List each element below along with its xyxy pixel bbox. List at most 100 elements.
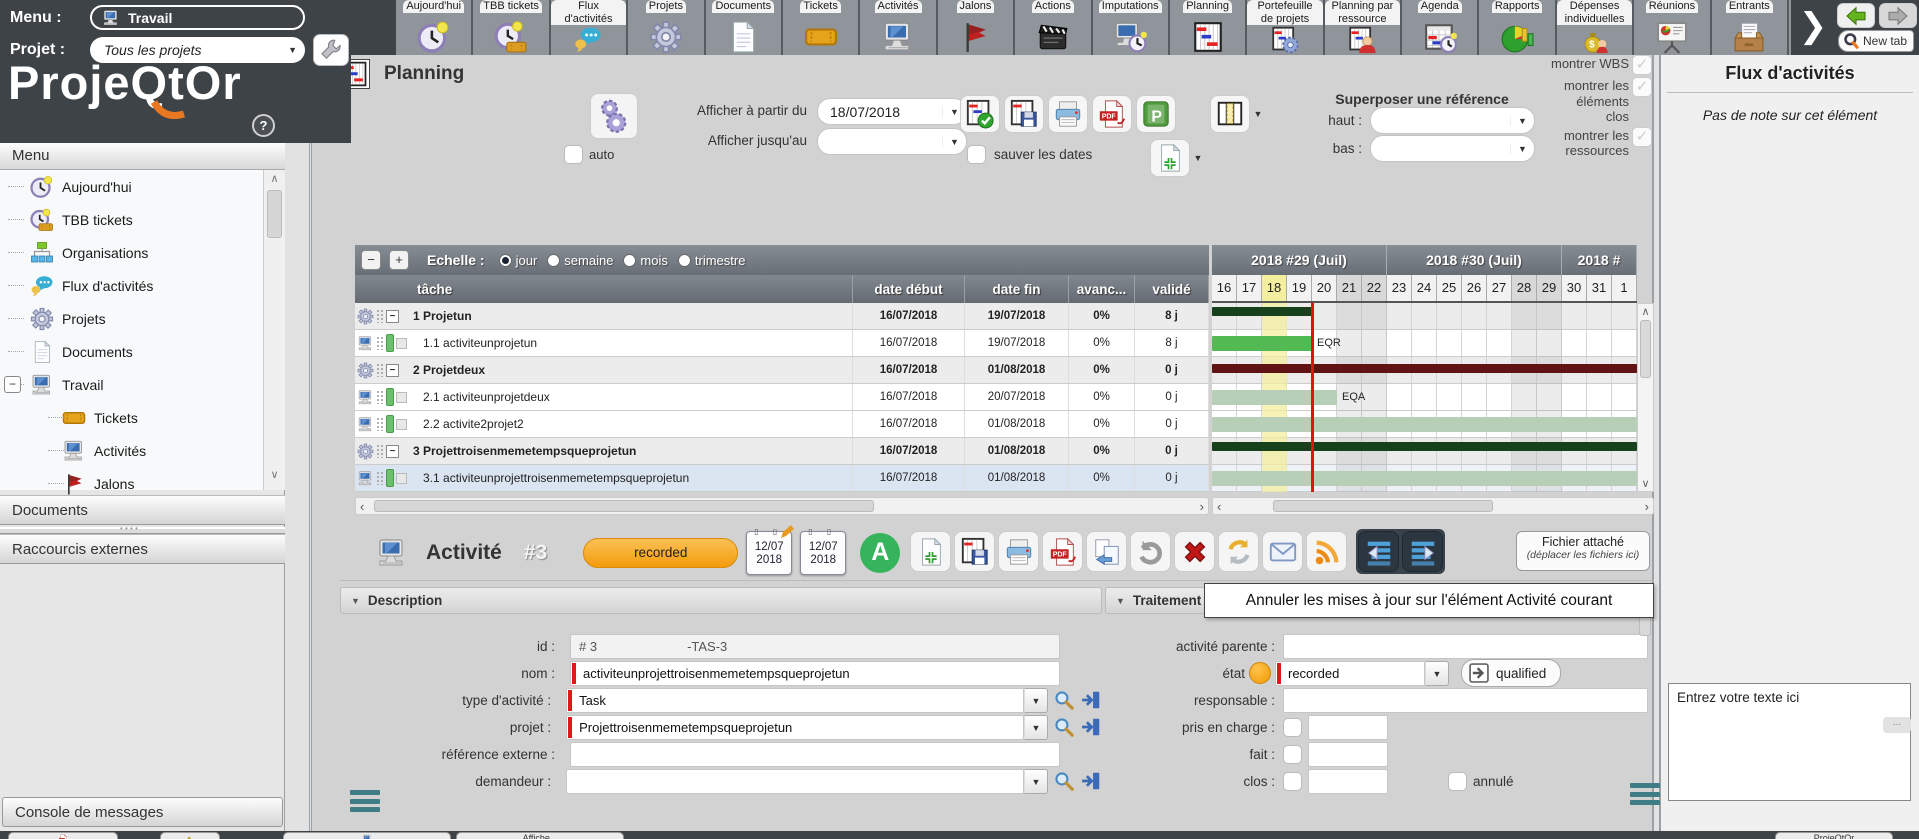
- row-checkbox[interactable]: [396, 473, 407, 484]
- sidebar-item-tickets[interactable]: Tickets: [0, 401, 263, 434]
- tab-d-penses-individuelles[interactable]: Dépenses individuelles$: [1557, 0, 1634, 55]
- scroll-thumb[interactable]: [1273, 500, 1493, 512]
- reference-bottom-select[interactable]: ▼: [1370, 135, 1535, 162]
- scroll-thumb[interactable]: [374, 500, 874, 512]
- chevron-down-icon[interactable]: ▼: [1024, 688, 1048, 713]
- requestor-select[interactable]: [566, 769, 1024, 794]
- cancelled-checkbox[interactable]: [1448, 772, 1467, 791]
- recalculate-planning-button[interactable]: [590, 93, 638, 139]
- previous-item-button[interactable]: [1358, 531, 1399, 572]
- tab-r-unions[interactable]: Réunions: [1634, 0, 1711, 55]
- radio-icon[interactable]: [678, 254, 691, 267]
- row-expander[interactable]: −: [386, 364, 399, 377]
- scroll-left-icon[interactable]: ‹: [360, 499, 364, 514]
- project-admin-button[interactable]: [313, 34, 349, 66]
- scroll-down-icon[interactable]: ∨: [266, 468, 283, 484]
- delete-button[interactable]: [1174, 531, 1215, 572]
- activity-type-select[interactable]: Task: [566, 688, 1024, 713]
- row-checkbox[interactable]: [396, 419, 407, 430]
- scale-option-semaine[interactable]: semaine: [547, 253, 613, 268]
- chevron-down-icon[interactable]: ▼: [1190, 141, 1206, 175]
- next-item-button[interactable]: [1402, 531, 1443, 572]
- tab-documents[interactable]: Documents: [706, 0, 783, 55]
- scroll-down-icon[interactable]: ∨: [1638, 477, 1653, 490]
- sidebar-section-console[interactable]: Console de messages: [2, 797, 283, 827]
- chevron-down-icon[interactable]: ▼: [1024, 715, 1048, 740]
- scroll-thumb[interactable]: [267, 190, 282, 238]
- tab-entrants[interactable]: Entrants: [1712, 0, 1789, 55]
- create-button[interactable]: [910, 531, 951, 572]
- closed-date-input[interactable]: [1308, 769, 1388, 794]
- reference-top-select[interactable]: ▼: [1370, 107, 1535, 134]
- table-row-2-1-activiteunprojetdeux[interactable]: 2.1 activiteunprojetdeux16/07/201820/07/…: [355, 384, 1209, 411]
- parent-activity-input[interactable]: [1283, 634, 1648, 659]
- sidebar-item-tbb-tickets[interactable]: TBB tickets: [0, 203, 263, 236]
- scroll-right-icon[interactable]: ›: [1200, 499, 1204, 514]
- export-pdf-button[interactable]: PDF: [1092, 95, 1132, 133]
- row-expander[interactable]: −: [386, 445, 399, 458]
- start-date-chip[interactable]: 12/072018: [746, 531, 792, 575]
- sidebar-item-activit-s[interactable]: Activités: [0, 434, 263, 467]
- column-header-avanc[interactable]: avanc...: [1069, 275, 1135, 303]
- copy-button[interactable]: [1086, 531, 1127, 572]
- table-row-3-projettroisenmemetempsqueprojetun[interactable]: −3 Projettroisenmemetempsqueprojetun16/0…: [355, 438, 1209, 465]
- table-row-1-projetun[interactable]: −1 Projetun16/07/201819/07/20180%8 j: [355, 303, 1209, 330]
- sidebar-item-organisations[interactable]: Organisations: [0, 236, 263, 269]
- tab-tickets[interactable]: Tickets: [783, 0, 860, 55]
- sidebar-item-aujourd-hui[interactable]: Aujourd'hui: [0, 170, 263, 203]
- gantt-bar-row0[interactable]: [1212, 307, 1312, 316]
- resize-handle[interactable]: ...: [1883, 717, 1911, 733]
- gantt-bar-row1[interactable]: [1212, 336, 1312, 351]
- done-checkbox[interactable]: [1283, 745, 1302, 764]
- row-checkbox[interactable]: [396, 338, 407, 349]
- history-forward-button[interactable]: [1879, 3, 1917, 28]
- taskbar-tab[interactable]: PDF: [8, 832, 118, 839]
- scroll-left-icon[interactable]: ‹: [1217, 499, 1221, 514]
- description-section-header[interactable]: ▼ Description: [340, 587, 1102, 614]
- send-mail-button[interactable]: [1262, 531, 1303, 572]
- tab-agenda[interactable]: Agenda: [1402, 0, 1479, 55]
- save-dates-checkbox[interactable]: [967, 145, 986, 164]
- chevron-down-icon[interactable]: ▼: [1250, 97, 1266, 131]
- add-document-button[interactable]: ▼: [1150, 139, 1206, 177]
- taskbar-tab[interactable]: [283, 832, 451, 839]
- row-expander[interactable]: −: [386, 310, 399, 323]
- project-field-select[interactable]: Projettroisenmemetempsqueprojetun: [566, 715, 1024, 740]
- sidebar-section-documents[interactable]: Documents: [0, 495, 285, 525]
- sidebar-item-projets[interactable]: Projets: [0, 302, 263, 335]
- gantt-bar-row2[interactable]: [1212, 364, 1637, 373]
- tree-expander[interactable]: −: [4, 376, 21, 393]
- scroll-right-icon[interactable]: ›: [1645, 499, 1649, 514]
- column-header-valid[interactable]: validé: [1135, 275, 1209, 303]
- show-closed-checkbox[interactable]: ✓: [1632, 77, 1652, 97]
- table-row-2-2-activite2projet2[interactable]: 2.2 activite2projet216/07/201801/08/2018…: [355, 411, 1209, 438]
- show-wbs-checkbox[interactable]: ✓: [1632, 55, 1652, 75]
- handled-checkbox[interactable]: [1283, 718, 1302, 737]
- sidebar-item-documents[interactable]: Documents: [0, 335, 263, 368]
- gantt-bar-row5[interactable]: [1212, 442, 1637, 451]
- show-from-select[interactable]: 18/07/2018 ▼: [817, 98, 967, 125]
- scroll-thumb[interactable]: [1640, 320, 1651, 378]
- radio-icon[interactable]: [547, 254, 560, 267]
- table-horizontal-scrollbar[interactable]: ‹ ›: [355, 497, 1209, 515]
- tab-portefeuille-de-projets[interactable]: Portefeuille de projets: [1247, 0, 1324, 55]
- export-msproject-button[interactable]: P: [1136, 95, 1176, 133]
- new-tab-button[interactable]: New tab: [1838, 30, 1914, 52]
- next-state-button[interactable]: qualified: [1461, 659, 1561, 687]
- sidebar-scrollbar[interactable]: ∧ ∨: [263, 170, 285, 490]
- gantt-bar-row3[interactable]: [1212, 390, 1337, 405]
- section-drag-handle[interactable]: [350, 790, 380, 812]
- show-resources-checkbox[interactable]: ✓: [1632, 127, 1652, 147]
- scroll-up-icon[interactable]: ∧: [1638, 305, 1653, 318]
- tab-planning[interactable]: Planning: [1170, 0, 1247, 55]
- tab-activit-s[interactable]: Activités: [860, 0, 937, 55]
- gantt-vertical-scrollbar[interactable]: ∧ ∨: [1637, 303, 1654, 492]
- goto-icon[interactable]: [1080, 689, 1102, 711]
- column-header-date-fin[interactable]: date fin: [965, 275, 1069, 303]
- tab-projets[interactable]: Projets: [628, 0, 705, 55]
- chevron-down-icon[interactable]: ▼: [1425, 661, 1449, 686]
- section-drag-handle[interactable]: [1630, 783, 1660, 805]
- tab-jalons[interactable]: Jalons: [938, 0, 1015, 55]
- sidebar-main-splitter[interactable]: [285, 55, 312, 831]
- collapse-all-button[interactable]: −: [361, 250, 381, 270]
